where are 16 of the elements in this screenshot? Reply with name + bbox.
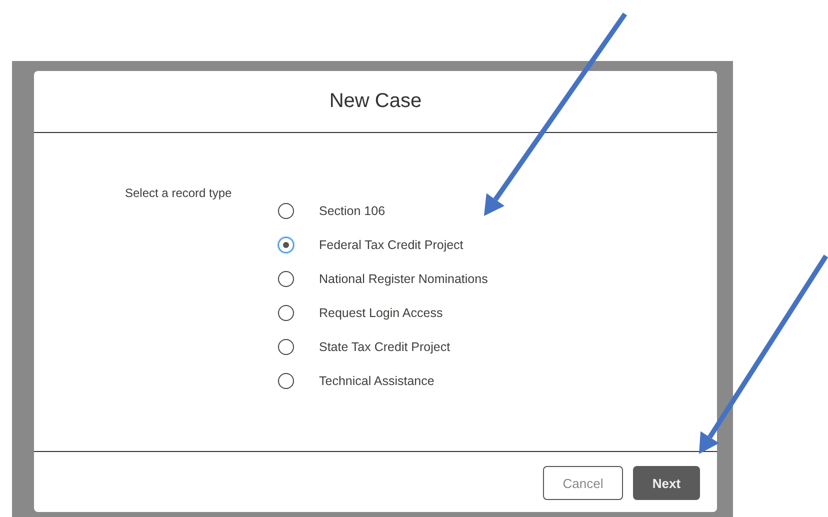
option-label[interactable]: Request Login Access xyxy=(319,306,443,320)
option-label[interactable]: National Register Nominations xyxy=(319,272,488,286)
next-button[interactable]: Next xyxy=(633,466,700,500)
radio-button[interactable] xyxy=(278,339,294,355)
radio-button[interactable] xyxy=(278,203,294,219)
option-label[interactable]: Federal Tax Credit Project xyxy=(319,238,464,252)
option-label[interactable]: State Tax Credit Project xyxy=(319,340,450,354)
field-label: Select a record type xyxy=(125,186,232,200)
option-label[interactable]: Section 106 xyxy=(319,204,386,218)
cancel-button[interactable]: Cancel xyxy=(543,466,623,500)
dialog-title: New Case xyxy=(329,90,422,113)
radio-button[interactable] xyxy=(278,271,294,287)
option-label[interactable]: Technical Assistance xyxy=(319,374,434,388)
radio-button[interactable] xyxy=(278,373,294,389)
radio-button[interactable] xyxy=(278,305,294,321)
radio-button[interactable] xyxy=(278,237,294,253)
